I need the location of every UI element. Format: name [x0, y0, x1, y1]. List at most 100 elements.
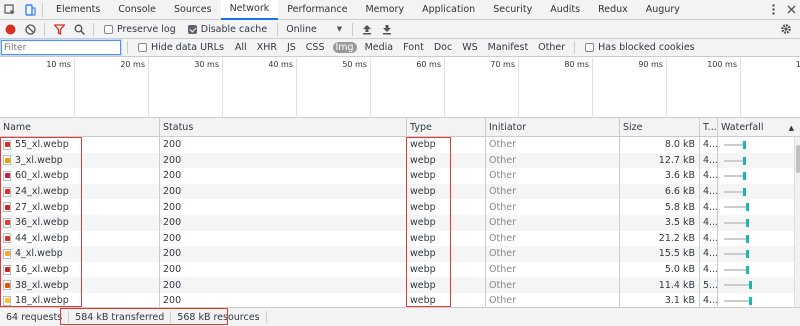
table-row[interactable]: 60_xl.webp 200 webp Other 3.6 kB 4... — [0, 168, 800, 184]
cell-time-text: 4... — [703, 186, 718, 198]
import-har-icon[interactable] — [357, 20, 377, 39]
cell-name[interactable]: 60_xl.webp — [0, 168, 160, 184]
tab-elements[interactable]: Elements — [47, 0, 109, 20]
cell-name[interactable]: 36_xl.webp — [0, 215, 160, 231]
cell-initiator[interactable]: Other — [486, 168, 620, 184]
filter-type-font[interactable]: Font — [401, 42, 426, 53]
table-row[interactable]: 38_xl.webp 200 webp Other 11.4 kB 5... — [0, 277, 800, 293]
cell-name[interactable]: 24_xl.webp — [0, 183, 160, 200]
cell-name-text: 3_xl.webp — [15, 154, 63, 166]
filter-type-manifest[interactable]: Manifest — [486, 42, 531, 53]
settings-gear-icon[interactable] — [776, 20, 796, 39]
filter-type-css[interactable]: CSS — [304, 42, 327, 53]
table-row[interactable]: 3_xl.webp 200 webp Other 12.7 kB 4... — [0, 152, 800, 169]
tab-console[interactable]: Console — [109, 0, 165, 20]
cell-name[interactable]: 38_xl.webp — [0, 277, 160, 293]
cell-name[interactable]: 3_xl.webp — [0, 152, 160, 169]
table-scrollbar[interactable] — [794, 137, 800, 307]
cell-type-text: webp — [410, 264, 436, 276]
filter-type-media[interactable]: Media — [363, 42, 396, 53]
cell-name[interactable]: 18_xl.webp — [0, 293, 160, 307]
toolbar-divider — [352, 22, 354, 36]
timeline-gridline — [740, 58, 741, 118]
cell-initiator[interactable]: Other — [486, 215, 620, 231]
timeline-overview[interactable]: 10 ms 20 ms 30 ms 40 ms 50 ms 60 ms 70 ms 80 ms… — [0, 58, 800, 118]
cell-size-text: 21.2 kB — [658, 232, 695, 244]
cell-name[interactable]: 16_xl.webp — [0, 261, 160, 278]
device-toolbar-icon[interactable] — [20, 0, 40, 20]
column-header-size[interactable]: Size — [620, 118, 700, 137]
cell-initiator[interactable]: Other — [486, 199, 620, 215]
cell-time-text: 4... — [703, 139, 718, 151]
image-file-icon — [3, 280, 11, 291]
table-row[interactable]: 44_xl.webp 200 webp Other 21.2 kB 4... — [0, 230, 800, 247]
table-row[interactable]: 36_xl.webp 200 webp Other 3.5 kB 4... — [0, 215, 800, 231]
tab-sources[interactable]: Sources — [165, 0, 221, 20]
table-row[interactable]: 27_xl.webp 200 webp Other 5.8 kB 4... — [0, 199, 800, 215]
cell-time: 5... — [700, 277, 718, 293]
column-header-status[interactable]: Status — [160, 118, 407, 137]
cell-initiator[interactable]: Other — [486, 152, 620, 169]
cell-name[interactable]: 4_xl.webp — [0, 246, 160, 262]
filter-type-doc[interactable]: Doc — [432, 42, 454, 53]
has-blocked-cookies-checkbox[interactable]: Has blocked cookies — [585, 42, 695, 53]
cell-initiator[interactable]: Other — [486, 293, 620, 307]
table-row[interactable]: 55_xl.webp 200 webp Other 8.0 kB 4... — [0, 137, 800, 153]
throttling-select[interactable]: Online ▼ — [286, 24, 342, 35]
cell-status: 200 — [160, 199, 407, 215]
scrollbar-thumb[interactable] — [796, 145, 800, 173]
hide-data-urls-checkbox[interactable]: Hide data URLs — [138, 42, 224, 53]
cell-initiator[interactable]: Other — [486, 277, 620, 293]
cell-name[interactable]: 55_xl.webp — [0, 137, 160, 153]
table-row[interactable]: 24_xl.webp 200 webp Other 6.6 kB 4... — [0, 183, 800, 200]
filter-type-img[interactable]: Img — [332, 42, 357, 53]
cell-initiator[interactable]: Other — [486, 230, 620, 247]
dropdown-arrow-icon: ▼ — [336, 25, 343, 33]
table-row[interactable]: 4_xl.webp 200 webp Other 15.5 kB 4... — [0, 246, 800, 262]
more-tabs-icon[interactable] — [764, 4, 782, 15]
column-header-initiator[interactable]: Initiator — [486, 118, 620, 137]
filter-type-xhr[interactable]: XHR — [255, 42, 279, 53]
table-row[interactable]: 16_xl.webp 200 webp Other 5.0 kB 4... — [0, 261, 800, 278]
waterfall-waiting-bar — [724, 300, 749, 302]
filter-type-js[interactable]: JS — [285, 42, 298, 53]
search-icon[interactable] — [69, 20, 89, 39]
filter-icon[interactable] — [49, 20, 69, 39]
cell-name[interactable]: 44_xl.webp — [0, 230, 160, 247]
disable-cache-checkbox[interactable]: Disable cache — [187, 24, 267, 35]
column-header-waterfall[interactable]: Waterfall ▲ — [718, 118, 800, 137]
export-har-icon[interactable] — [377, 20, 397, 39]
filter-type-ws[interactable]: WS — [460, 42, 479, 53]
filter-input[interactable] — [1, 40, 121, 55]
record-button[interactable] — [0, 20, 20, 39]
inspect-element-icon[interactable] — [0, 0, 20, 20]
cell-name[interactable]: 27_xl.webp — [0, 199, 160, 215]
preserve-log-checkbox[interactable]: Preserve log — [104, 24, 176, 35]
cell-initiator[interactable]: Other — [486, 183, 620, 200]
toolbar-divider — [93, 22, 94, 36]
tab-augury[interactable]: Augury — [637, 0, 689, 20]
cell-initiator[interactable]: Other — [486, 246, 620, 262]
tab-redux[interactable]: Redux — [589, 0, 637, 20]
tab-network[interactable]: Network — [220, 0, 279, 20]
cell-initiator[interactable]: Other — [486, 261, 620, 278]
cell-time: 4... — [700, 261, 718, 278]
cell-type-text: webp — [410, 295, 436, 307]
cell-status-text: 200 — [163, 170, 182, 182]
image-file-icon — [3, 170, 11, 181]
close-icon[interactable] — [782, 5, 800, 14]
filter-type-other[interactable]: Other — [536, 42, 567, 53]
column-header-type[interactable]: Type — [407, 118, 486, 137]
tab-performance[interactable]: Performance — [278, 0, 356, 20]
tab-application[interactable]: Application — [413, 0, 484, 20]
tab-memory[interactable]: Memory — [356, 0, 413, 20]
tab-security[interactable]: Security — [484, 0, 541, 20]
column-header-name[interactable]: Name — [0, 118, 160, 137]
column-header-time[interactable]: T... — [700, 118, 718, 137]
tab-audits[interactable]: Audits — [541, 0, 589, 20]
filter-type-all[interactable]: All — [233, 42, 249, 53]
cell-initiator[interactable]: Other — [486, 137, 620, 153]
cell-type-text: webp — [410, 170, 436, 182]
clear-button[interactable] — [20, 20, 40, 39]
table-row[interactable]: 18_xl.webp 200 webp Other 3.1 kB 4... — [0, 293, 800, 307]
